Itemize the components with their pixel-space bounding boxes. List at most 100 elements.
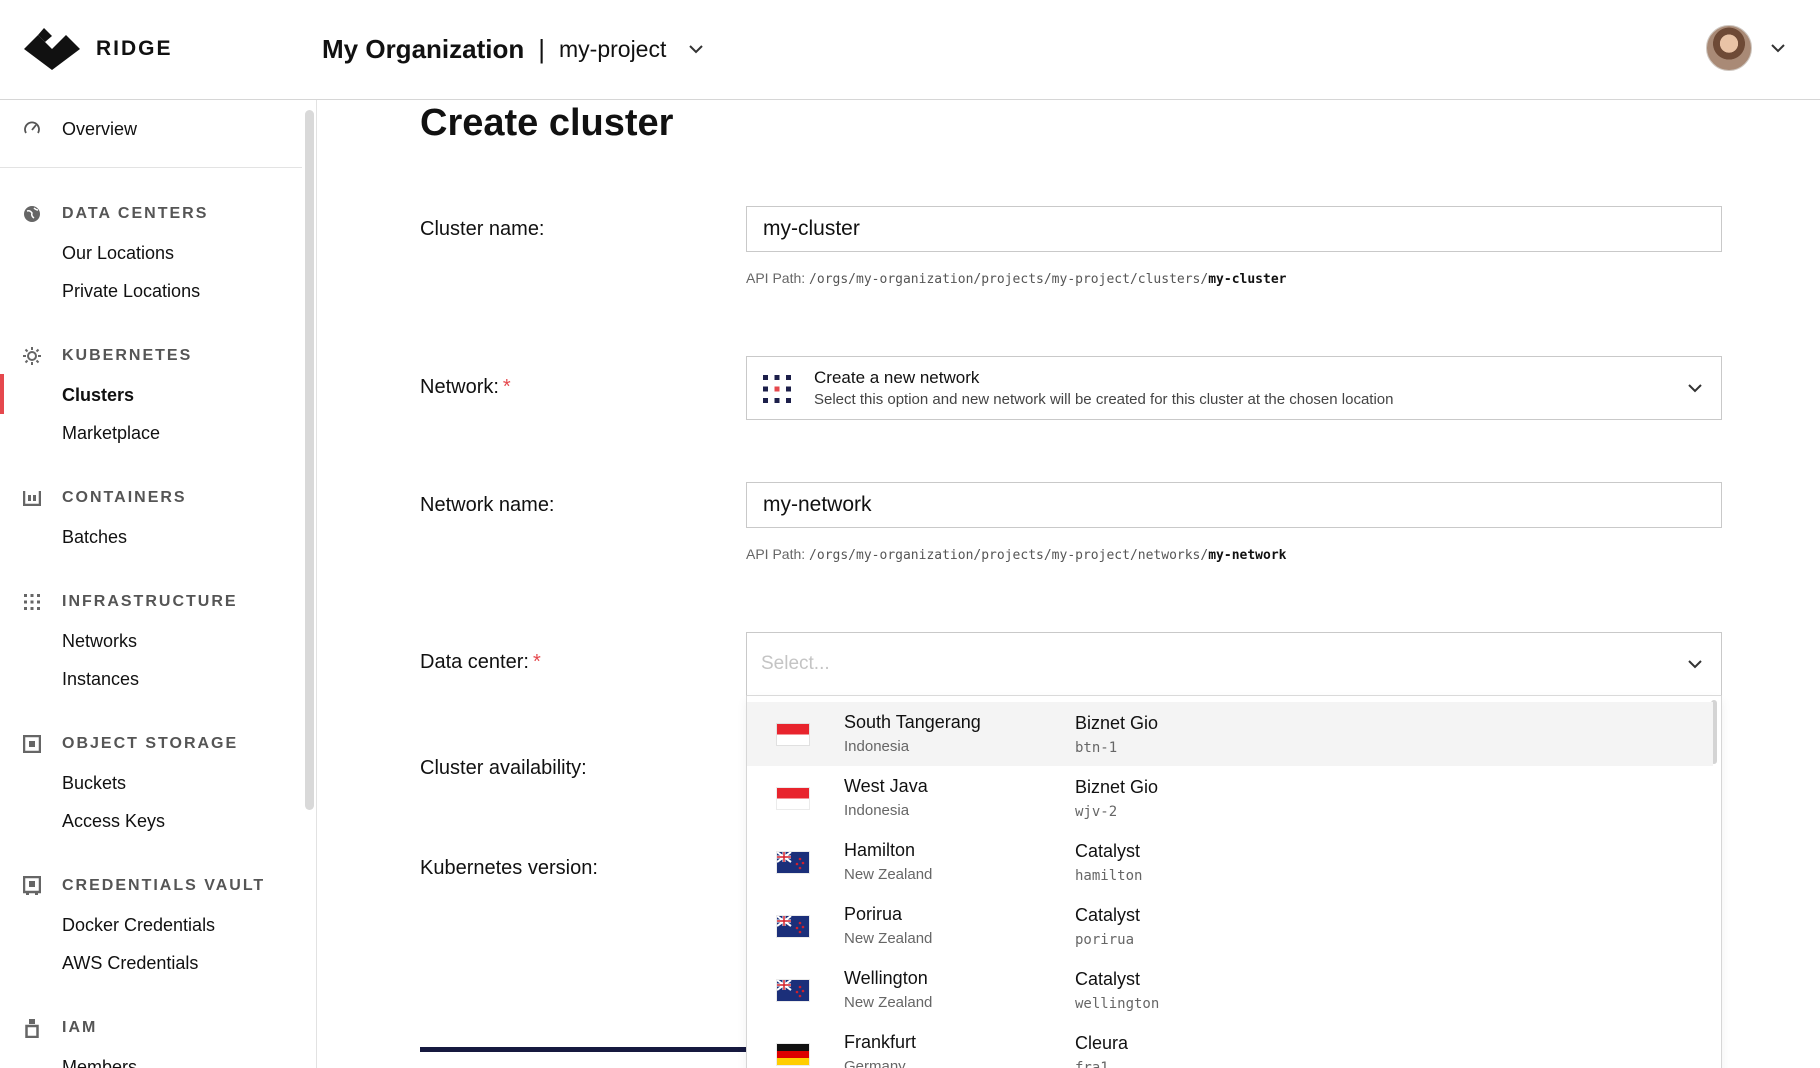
data-center-option[interactable]: Hamilton New Zealand Catalyst hamilton	[747, 830, 1713, 894]
network-option-title: Create a new network	[814, 368, 980, 387]
data-center-select[interactable]: Select...	[746, 632, 1722, 696]
api-path-label: API Path:	[746, 546, 806, 562]
org-project-separator: |	[538, 33, 546, 64]
option-provider: Biznet Gio	[1075, 777, 1159, 797]
data-center-option[interactable]: Wellington New Zealand Catalyst wellingt…	[747, 958, 1713, 1022]
network-name-input[interactable]	[746, 482, 1722, 528]
data-center-option[interactable]: West Java Indonesia Biznet Gio wjv-2	[747, 766, 1713, 830]
user-menu[interactable]	[1706, 25, 1786, 71]
sidebar-heading-containers: CONTAINERS	[62, 489, 187, 506]
option-country: Indonesia	[844, 802, 910, 819]
option-code: porirua	[1075, 932, 1135, 948]
indonesia-flag-icon	[777, 788, 809, 809]
option-city: Wellington	[844, 968, 928, 988]
option-city: Porirua	[844, 904, 903, 924]
new-zealand-flag-icon	[777, 980, 809, 1001]
api-path-name: my-cluster	[1208, 272, 1287, 287]
network-select[interactable]: Create a new network Select this option …	[746, 356, 1722, 420]
new-zealand-flag-icon	[777, 916, 809, 937]
option-city: West Java	[844, 776, 928, 796]
data-center-option[interactable]: Frankfurt Germany Cleura fra1	[747, 1022, 1713, 1068]
main-content: Create cluster Cluster name: API Path: /…	[317, 100, 1820, 1068]
sidebar-item-overview[interactable]: Overview	[62, 118, 137, 140]
network-name-label: Network name:	[420, 494, 555, 516]
data-center-placeholder: Select...	[761, 653, 830, 674]
network-grid-icon	[763, 375, 791, 408]
sidebar-item-aws-credentials[interactable]: AWS Credentials	[62, 952, 198, 974]
option-provider: Biznet Gio	[1075, 713, 1159, 733]
option-code: btn-1	[1075, 740, 1118, 756]
api-path-label: API Path:	[746, 270, 806, 286]
top-header: RIDGE My Organization | my-project	[0, 0, 1820, 100]
network-label-text: Network:	[420, 376, 499, 398]
chevron-down-icon[interactable]	[1687, 383, 1703, 393]
sidebar-item-private-locations[interactable]: Private Locations	[62, 280, 200, 302]
data-center-option[interactable]: Porirua New Zealand Catalyst porirua	[747, 894, 1713, 958]
option-code: wellington	[1075, 996, 1160, 1012]
sidebar-item-clusters[interactable]: Clusters	[62, 384, 134, 406]
sidebar-item-instances[interactable]: Instances	[62, 668, 139, 690]
kubernetes-icon	[22, 346, 42, 366]
cluster-availability-label: Cluster availability:	[420, 757, 587, 779]
sidebar-item-networks[interactable]: Networks	[62, 630, 137, 652]
ridge-logo-icon	[24, 28, 80, 70]
new-zealand-flag-icon	[777, 852, 809, 873]
chevron-down-icon[interactable]	[688, 44, 704, 54]
cluster-name-input[interactable]	[746, 206, 1722, 252]
data-center-option[interactable]: South Tangerang Indonesia Biznet Gio btn…	[747, 702, 1713, 766]
api-path-prefix: /orgs/my-organization/projects/my-projec…	[809, 272, 1209, 287]
sidebar-item-marketplace[interactable]: Marketplace	[62, 422, 160, 444]
network-label: Network: *	[420, 376, 511, 399]
required-marker: *	[502, 376, 511, 398]
cluster-name-label: Cluster name:	[420, 218, 545, 240]
option-country: Indonesia	[844, 738, 910, 755]
grid-icon	[22, 592, 42, 612]
chevron-down-icon[interactable]	[1687, 659, 1703, 669]
sidebar-item-access-keys[interactable]: Access Keys	[62, 810, 165, 832]
required-marker: *	[532, 651, 541, 673]
api-path-prefix: /orgs/my-organization/projects/my-projec…	[809, 548, 1209, 563]
gauge-icon	[22, 119, 42, 139]
sidebar-heading-data-centers: DATA CENTERS	[62, 205, 209, 222]
container-icon	[22, 488, 42, 508]
page-title: Create cluster	[420, 102, 674, 144]
ridge-logo[interactable]: RIDGE	[24, 28, 173, 70]
network-option-description: Select this option and new network will …	[814, 391, 1394, 408]
option-country: New Zealand	[844, 930, 933, 947]
option-provider: Catalyst	[1075, 969, 1141, 989]
option-code: fra1	[1075, 1060, 1109, 1068]
data-center-label: Data center: *	[420, 651, 541, 674]
avatar[interactable]	[1706, 25, 1752, 71]
chevron-down-icon[interactable]	[1770, 43, 1786, 53]
vault-icon	[22, 876, 42, 896]
sidebar-heading-iam: IAM	[62, 1019, 98, 1036]
user-icon	[22, 1018, 42, 1038]
data-center-label-text: Data center:	[420, 651, 529, 673]
option-city: Hamilton	[844, 840, 916, 860]
kubernetes-version-label: Kubernetes version:	[420, 857, 598, 879]
sidebar-scrollbar[interactable]	[305, 110, 314, 810]
option-country: New Zealand	[844, 866, 933, 883]
option-city: Frankfurt	[844, 1032, 917, 1052]
sidebar-item-members[interactable]: Members	[62, 1056, 137, 1068]
sidebar-item-batches[interactable]: Batches	[62, 526, 127, 548]
data-center-dropdown: South Tangerang Indonesia Biznet Gio btn…	[746, 696, 1722, 1068]
active-indicator	[0, 374, 4, 414]
option-provider: Catalyst	[1075, 841, 1141, 861]
option-code: hamilton	[1075, 868, 1143, 884]
sidebar-item-docker-credentials[interactable]: Docker Credentials	[62, 914, 215, 936]
api-path-name: my-network	[1208, 548, 1287, 563]
sidebar-heading-object-storage: OBJECT STORAGE	[62, 735, 239, 752]
progress-bar	[420, 1047, 750, 1052]
indonesia-flag-icon	[777, 724, 809, 745]
logo-text: RIDGE	[96, 37, 173, 60]
sidebar-heading-credentials-vault: CREDENTIALS VAULT	[62, 877, 266, 894]
cluster-api-path: API Path: /orgs/my-organization/projects…	[746, 270, 1287, 287]
globe-icon	[22, 204, 42, 224]
organization-project-switcher[interactable]: My Organization | my-project	[322, 28, 704, 70]
option-provider: Catalyst	[1075, 905, 1141, 925]
sidebar-item-our-locations[interactable]: Our Locations	[62, 242, 174, 264]
storage-icon	[22, 734, 42, 754]
germany-flag-icon	[777, 1044, 809, 1065]
sidebar-item-buckets[interactable]: Buckets	[62, 772, 126, 794]
